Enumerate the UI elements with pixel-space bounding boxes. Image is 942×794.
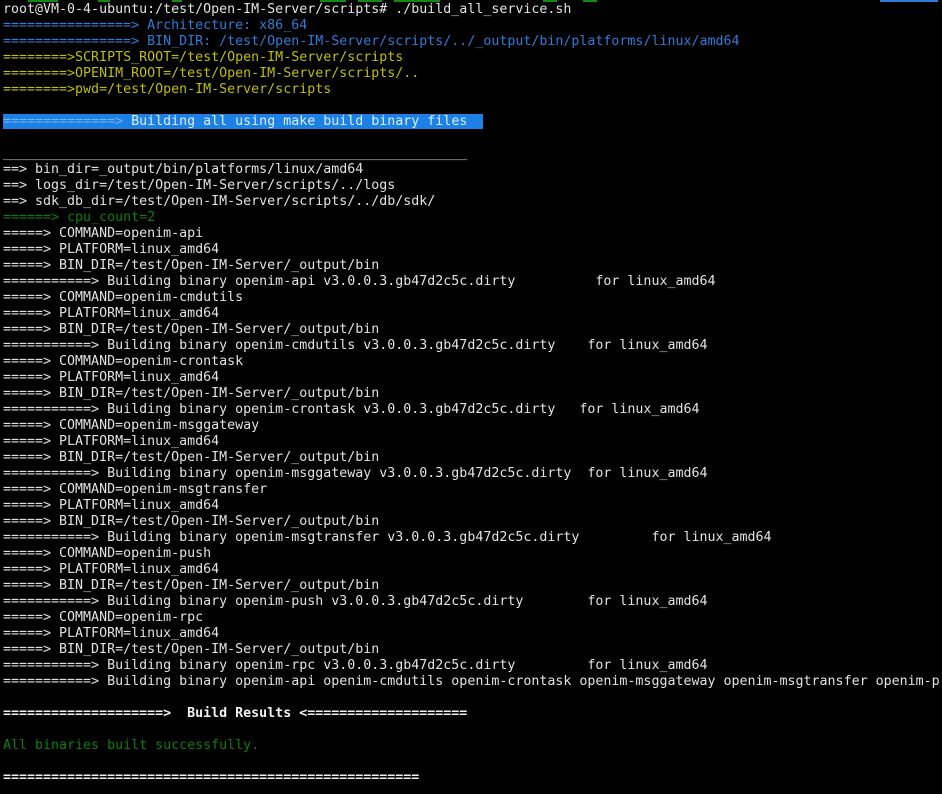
terminal-line: =====> COMMAND=openim-msggateway bbox=[3, 418, 942, 434]
terminal-line: ===========> Building binary openim-rpc … bbox=[3, 658, 942, 674]
terminal-line bbox=[3, 722, 942, 738]
terminal-output: root@VM-0-4-ubuntu:/test/Open-IM-Server/… bbox=[3, 2, 942, 786]
terminal-line: ===========> Building binary openim-cron… bbox=[3, 402, 942, 418]
terminal-line: ===========> Building binary openim-cmdu… bbox=[3, 338, 942, 354]
terminal-line: =====> BIN_DIR=/test/Open-IM-Server/_out… bbox=[3, 322, 942, 338]
terminal-line: ================> Architecture: x86_64 bbox=[3, 18, 942, 34]
terminal-line: ========================================… bbox=[3, 770, 942, 786]
terminal-line: ===========> Building binary openim-msgt… bbox=[3, 530, 942, 546]
terminal-line: root@VM-0-4-ubuntu:/test/Open-IM-Server/… bbox=[3, 2, 942, 18]
terminal-line: =====> BIN_DIR=/test/Open-IM-Server/_out… bbox=[3, 386, 942, 402]
terminal-line: =====> BIN_DIR=/test/Open-IM-Server/_out… bbox=[3, 514, 942, 530]
terminal-line: ======> cpu_count=2 bbox=[3, 210, 942, 226]
terminal-line: ===========> Building binary openim-push… bbox=[3, 594, 942, 610]
terminal-line: =====> BIN_DIR=/test/Open-IM-Server/_out… bbox=[3, 578, 942, 594]
terminal-line: =====> COMMAND=openim-msgtransfer bbox=[3, 482, 942, 498]
terminal-line: ________________________________________… bbox=[3, 146, 942, 162]
terminal-window[interactable]: root@VM-0-4-ubuntu:/test/Open-IM-Server/… bbox=[0, 0, 942, 794]
terminal-line: ===========> Building binary openim-api … bbox=[3, 674, 942, 690]
terminal-line: All binaries built successfully. bbox=[3, 738, 942, 754]
terminal-line: =====> PLATFORM=linux_amd64 bbox=[3, 498, 942, 514]
terminal-line: =====> BIN_DIR=/test/Open-IM-Server/_out… bbox=[3, 642, 942, 658]
terminal-line: =====> BIN_DIR=/test/Open-IM-Server/_out… bbox=[3, 258, 942, 274]
terminal-line: ==> bin_dir=_output/bin/platforms/linux/… bbox=[3, 162, 942, 178]
terminal-line: =====> PLATFORM=linux_amd64 bbox=[3, 626, 942, 642]
terminal-line: =====> PLATFORM=linux_amd64 bbox=[3, 370, 942, 386]
terminal-line: =====> PLATFORM=linux_amd64 bbox=[3, 306, 942, 322]
terminal-line: =====> COMMAND=openim-cmdutils bbox=[3, 290, 942, 306]
terminal-line: =====> COMMAND=openim-api bbox=[3, 226, 942, 242]
terminal-line: =====> PLATFORM=linux_amd64 bbox=[3, 562, 942, 578]
terminal-line: =====> COMMAND=openim-push bbox=[3, 546, 942, 562]
terminal-line bbox=[3, 754, 942, 770]
terminal-line: ========>pwd=/test/Open-IM-Server/script… bbox=[3, 82, 942, 98]
terminal-line: =====> BIN_DIR=/test/Open-IM-Server/_out… bbox=[3, 450, 942, 466]
terminal-line: ====================> Build Results <===… bbox=[3, 706, 942, 722]
terminal-line: ========>SCRIPTS_ROOT=/test/Open-IM-Serv… bbox=[3, 50, 942, 66]
terminal-line: =====> COMMAND=openim-rpc bbox=[3, 610, 942, 626]
terminal-line bbox=[3, 130, 942, 146]
terminal-line: ========>OPENIM_ROOT=/test/Open-IM-Serve… bbox=[3, 66, 942, 82]
terminal-line: =====> PLATFORM=linux_amd64 bbox=[3, 434, 942, 450]
terminal-line: ==============> Building all using make … bbox=[3, 114, 942, 130]
terminal-line: ================> BIN_DIR: /test/Open-IM… bbox=[3, 34, 942, 50]
terminal-line bbox=[3, 690, 942, 706]
terminal-line bbox=[3, 98, 942, 114]
terminal-line: =====> COMMAND=openim-crontask bbox=[3, 354, 942, 370]
terminal-line: =====> PLATFORM=linux_amd64 bbox=[3, 242, 942, 258]
terminal-line: ===========> Building binary openim-msgg… bbox=[3, 466, 942, 482]
terminal-line: ==> logs_dir=/test/Open-IM-Server/script… bbox=[3, 178, 942, 194]
terminal-line: ===========> Building binary openim-api … bbox=[3, 274, 942, 290]
terminal-line: ==> sdk_db_dir=/test/Open-IM-Server/scri… bbox=[3, 194, 942, 210]
